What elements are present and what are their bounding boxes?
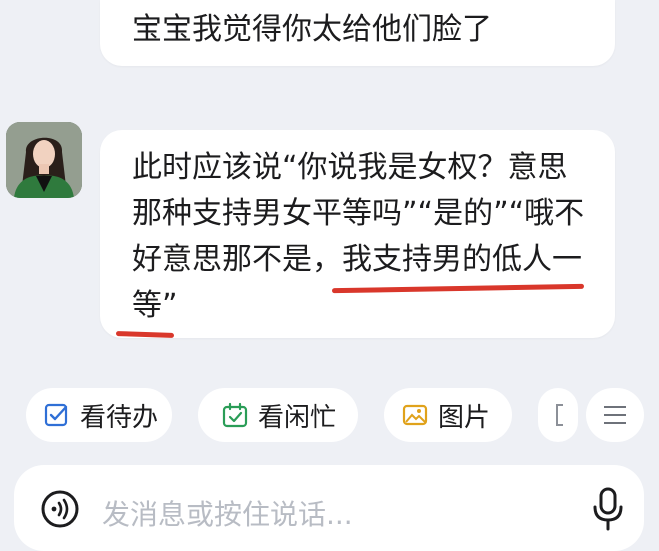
- todo-check-icon: [44, 403, 68, 427]
- message-input-placeholder[interactable]: 发消息或按住说话...: [102, 493, 353, 533]
- image-icon: [402, 404, 428, 426]
- message-text: 宝宝我觉得你太给他们脸了: [132, 12, 492, 47]
- microphone-icon[interactable]: [592, 487, 624, 531]
- quick-action-availability[interactable]: 看闲忙: [198, 388, 358, 442]
- quick-action-label: 看待办: [80, 402, 159, 433]
- partial-chip-icon: [556, 404, 563, 426]
- quick-action-more-partial[interactable]: [538, 388, 578, 442]
- message-bubble-self[interactable]: 宝宝我觉得你太给他们脸了: [100, 0, 615, 66]
- quick-action-label: 看闲忙: [258, 402, 337, 433]
- contact-avatar[interactable]: [6, 122, 82, 198]
- message-line: 此时应该说“你说我是女权？意思: [132, 150, 568, 185]
- message-line: 等”: [132, 288, 178, 323]
- message-line: 好意思那不是，我支持男的低人一: [132, 242, 582, 277]
- calendar-check-icon: [222, 402, 248, 428]
- woman-portrait-avatar: [6, 122, 82, 198]
- more-menu-button[interactable]: [586, 388, 644, 442]
- message-input-bar[interactable]: 发消息或按住说话...: [14, 465, 644, 551]
- quick-action-image[interactable]: 图片: [384, 388, 512, 442]
- voice-wave-icon[interactable]: [40, 489, 80, 529]
- quick-action-todo[interactable]: 看待办: [26, 388, 172, 442]
- hamburger-menu-icon: [604, 406, 626, 424]
- quick-action-label: 图片: [438, 402, 491, 433]
- message-bubble-other[interactable]: 此时应该说“你说我是女权？意思 那种支持男女平等吗”“是的”“哦不 好意思那不是…: [100, 130, 615, 338]
- message-line: 那种支持男女平等吗”“是的”“哦不: [132, 196, 585, 231]
